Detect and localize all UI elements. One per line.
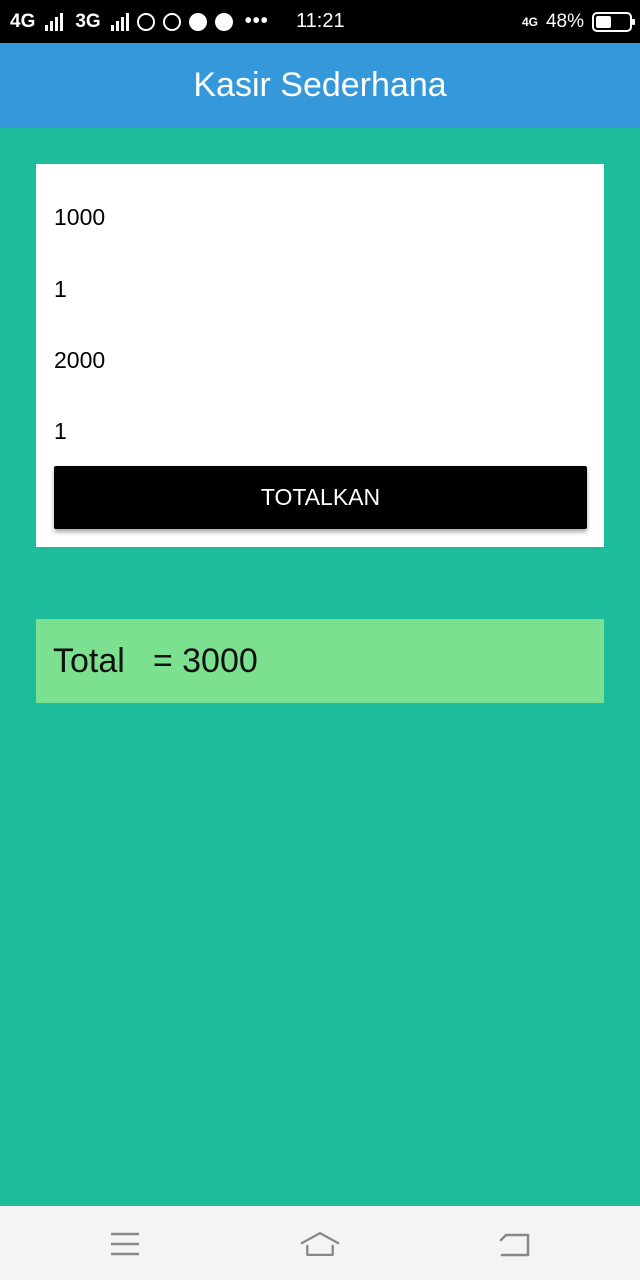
network-label-1: 4G — [10, 10, 36, 32]
result-panel: Total = 3000 — [36, 619, 604, 703]
message-icon — [214, 12, 233, 31]
totalkan-button-label: TOTALKAN — [260, 484, 381, 510]
price-input-2[interactable]: 2000 — [54, 335, 584, 385]
network-label-2: 3G — [75, 10, 101, 32]
battery-fill — [596, 15, 611, 28]
result-value: = 3000 — [152, 641, 258, 680]
signal-icon-2 — [110, 12, 129, 31]
app-bar: Kasir Sederhana — [0, 43, 640, 128]
quantity-input-1[interactable]: 1 — [54, 264, 584, 314]
clock: 11:21 — [296, 10, 345, 32]
battery-percent: 48% — [545, 10, 584, 32]
whatsapp-icon — [162, 12, 181, 31]
price-input-1[interactable]: 1000 — [54, 192, 584, 242]
home-icon[interactable] — [300, 1224, 340, 1264]
input-card: 1000 1 2000 1 TOTALKAN — [36, 164, 604, 547]
hotspot-icon — [136, 12, 155, 31]
quantity-input-2[interactable]: 1 — [54, 406, 584, 456]
status-bar: 4G 3G ••• 11:21 4G 48% — [0, 0, 640, 43]
data-type-label: 4G — [521, 14, 538, 29]
page-title: Kasir Sederhana — [193, 66, 447, 104]
more-dots-icon: ••• — [244, 10, 269, 32]
result-label: Total — [53, 641, 125, 680]
status-left: 4G 3G ••• — [10, 0, 269, 43]
totalkan-button[interactable]: TOTALKAN — [54, 466, 587, 529]
navigation-bar — [0, 1206, 640, 1280]
battery-icon — [592, 11, 635, 32]
signal-icon — [45, 12, 64, 31]
status-right: 4G 48% — [521, 0, 635, 43]
line-icon — [188, 12, 207, 31]
back-icon[interactable] — [495, 1224, 535, 1264]
menu-icon[interactable] — [105, 1224, 145, 1264]
